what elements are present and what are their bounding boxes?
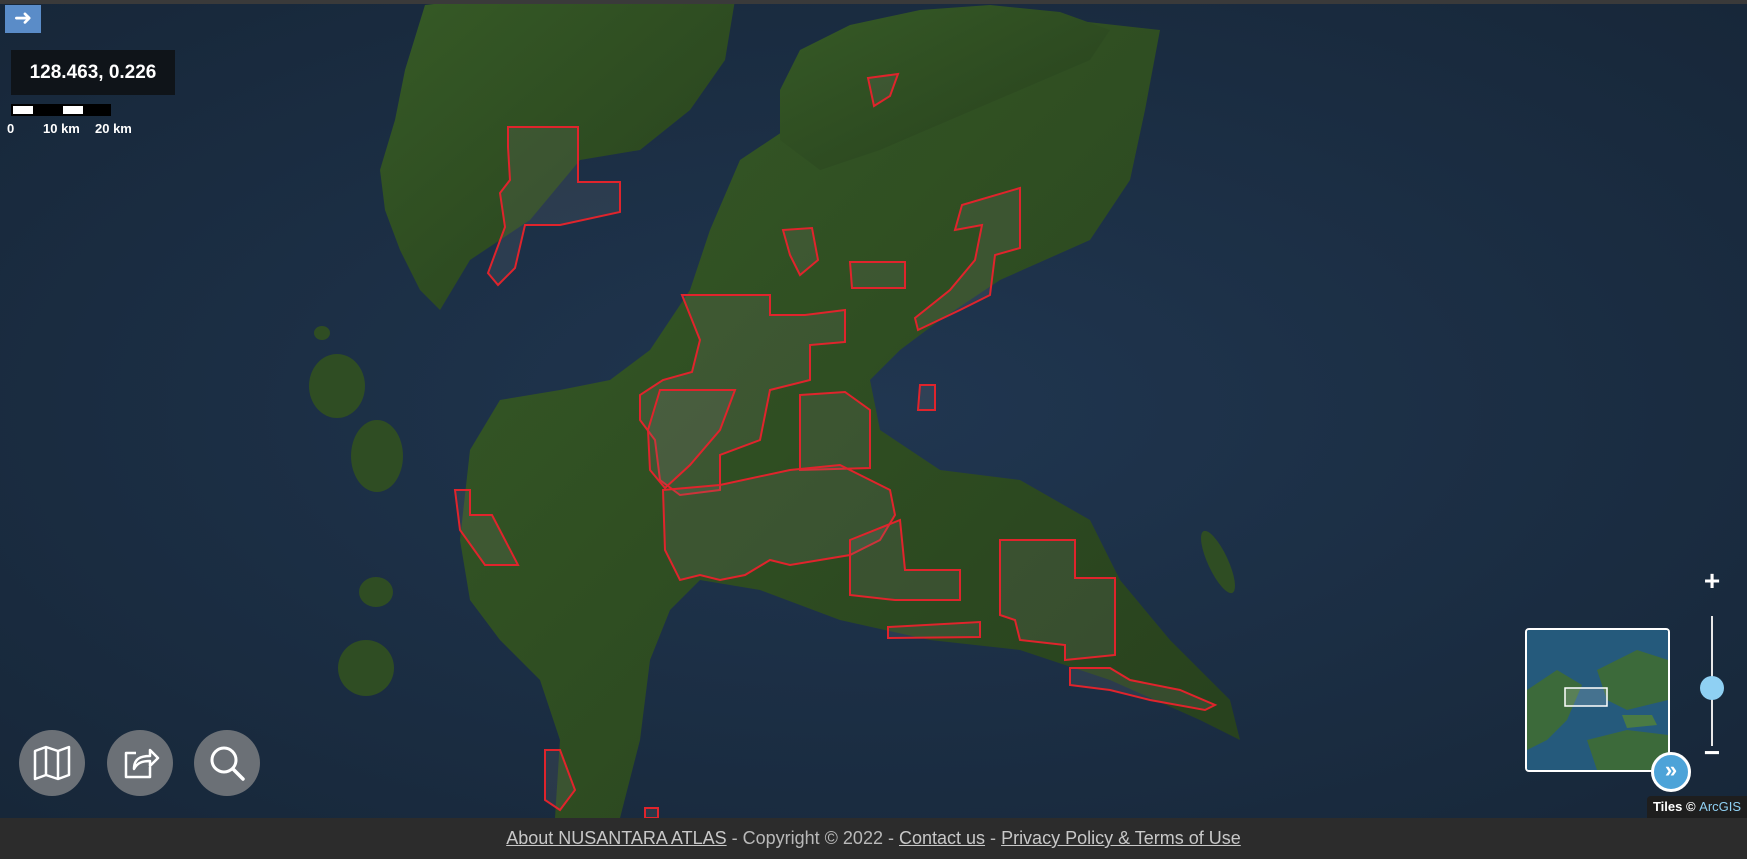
arcgis-link[interactable]: ArcGIS [1699, 799, 1741, 814]
footer-separator: - [990, 828, 997, 848]
scale-segment [85, 104, 111, 116]
minimap-viewport [1564, 687, 1608, 707]
concession-area [916, 384, 936, 411]
map-icon [33, 745, 71, 781]
map-canvas[interactable] [0, 0, 1747, 818]
minimap-toggle-button[interactable]: » [1651, 752, 1691, 792]
scale-segment [61, 104, 85, 116]
island-1 [309, 354, 365, 418]
search-button[interactable] [194, 730, 260, 796]
concession-area [799, 390, 871, 472]
basemap-button[interactable] [19, 730, 85, 796]
scale-label: 0 [7, 121, 15, 136]
footer: About NUSANTARA ATLAS - Copyright © 2022… [0, 818, 1747, 859]
satellite-basemap [0, 0, 1747, 818]
about-link[interactable]: About NUSANTARA ATLAS [506, 828, 726, 848]
copyright-text: - Copyright © 2022 - [731, 828, 894, 848]
attribution-prefix: Tiles © [1652, 799, 1696, 814]
scale-label: 10 km [43, 121, 80, 136]
privacy-link[interactable]: Privacy Policy & Terms of Use [1001, 828, 1241, 848]
tile-attribution: Tiles © ArcGIS [1647, 796, 1747, 818]
zoom-slider-handle[interactable] [1700, 675, 1724, 700]
arrow-right-icon: ➜ [13, 5, 33, 30]
top-border [0, 0, 1747, 4]
concession-area [644, 807, 659, 818]
scale-bar: 0 10 km 20 km [7, 104, 147, 138]
scale-label: 20 km [95, 121, 132, 136]
island-3 [359, 577, 393, 607]
contact-link[interactable]: Contact us [899, 828, 985, 848]
search-icon [210, 746, 245, 781]
scale-segment [11, 104, 35, 116]
overview-minimap[interactable] [1525, 628, 1670, 772]
island-4 [338, 640, 394, 696]
zoom-out-button[interactable]: − [1690, 738, 1734, 770]
coordinate-readout: 128.463, 0.226 [11, 50, 175, 95]
expand-panel-button[interactable]: ➜ [5, 5, 41, 33]
share-button[interactable] [107, 730, 173, 796]
concession-area [848, 261, 906, 289]
zoom-control: + − [1690, 566, 1734, 768]
share-icon [124, 748, 160, 779]
island-2 [351, 420, 403, 492]
island-6 [314, 326, 330, 340]
scale-segment [35, 104, 61, 116]
minimap-image [1527, 630, 1668, 770]
zoom-in-button[interactable]: + [1690, 566, 1734, 598]
